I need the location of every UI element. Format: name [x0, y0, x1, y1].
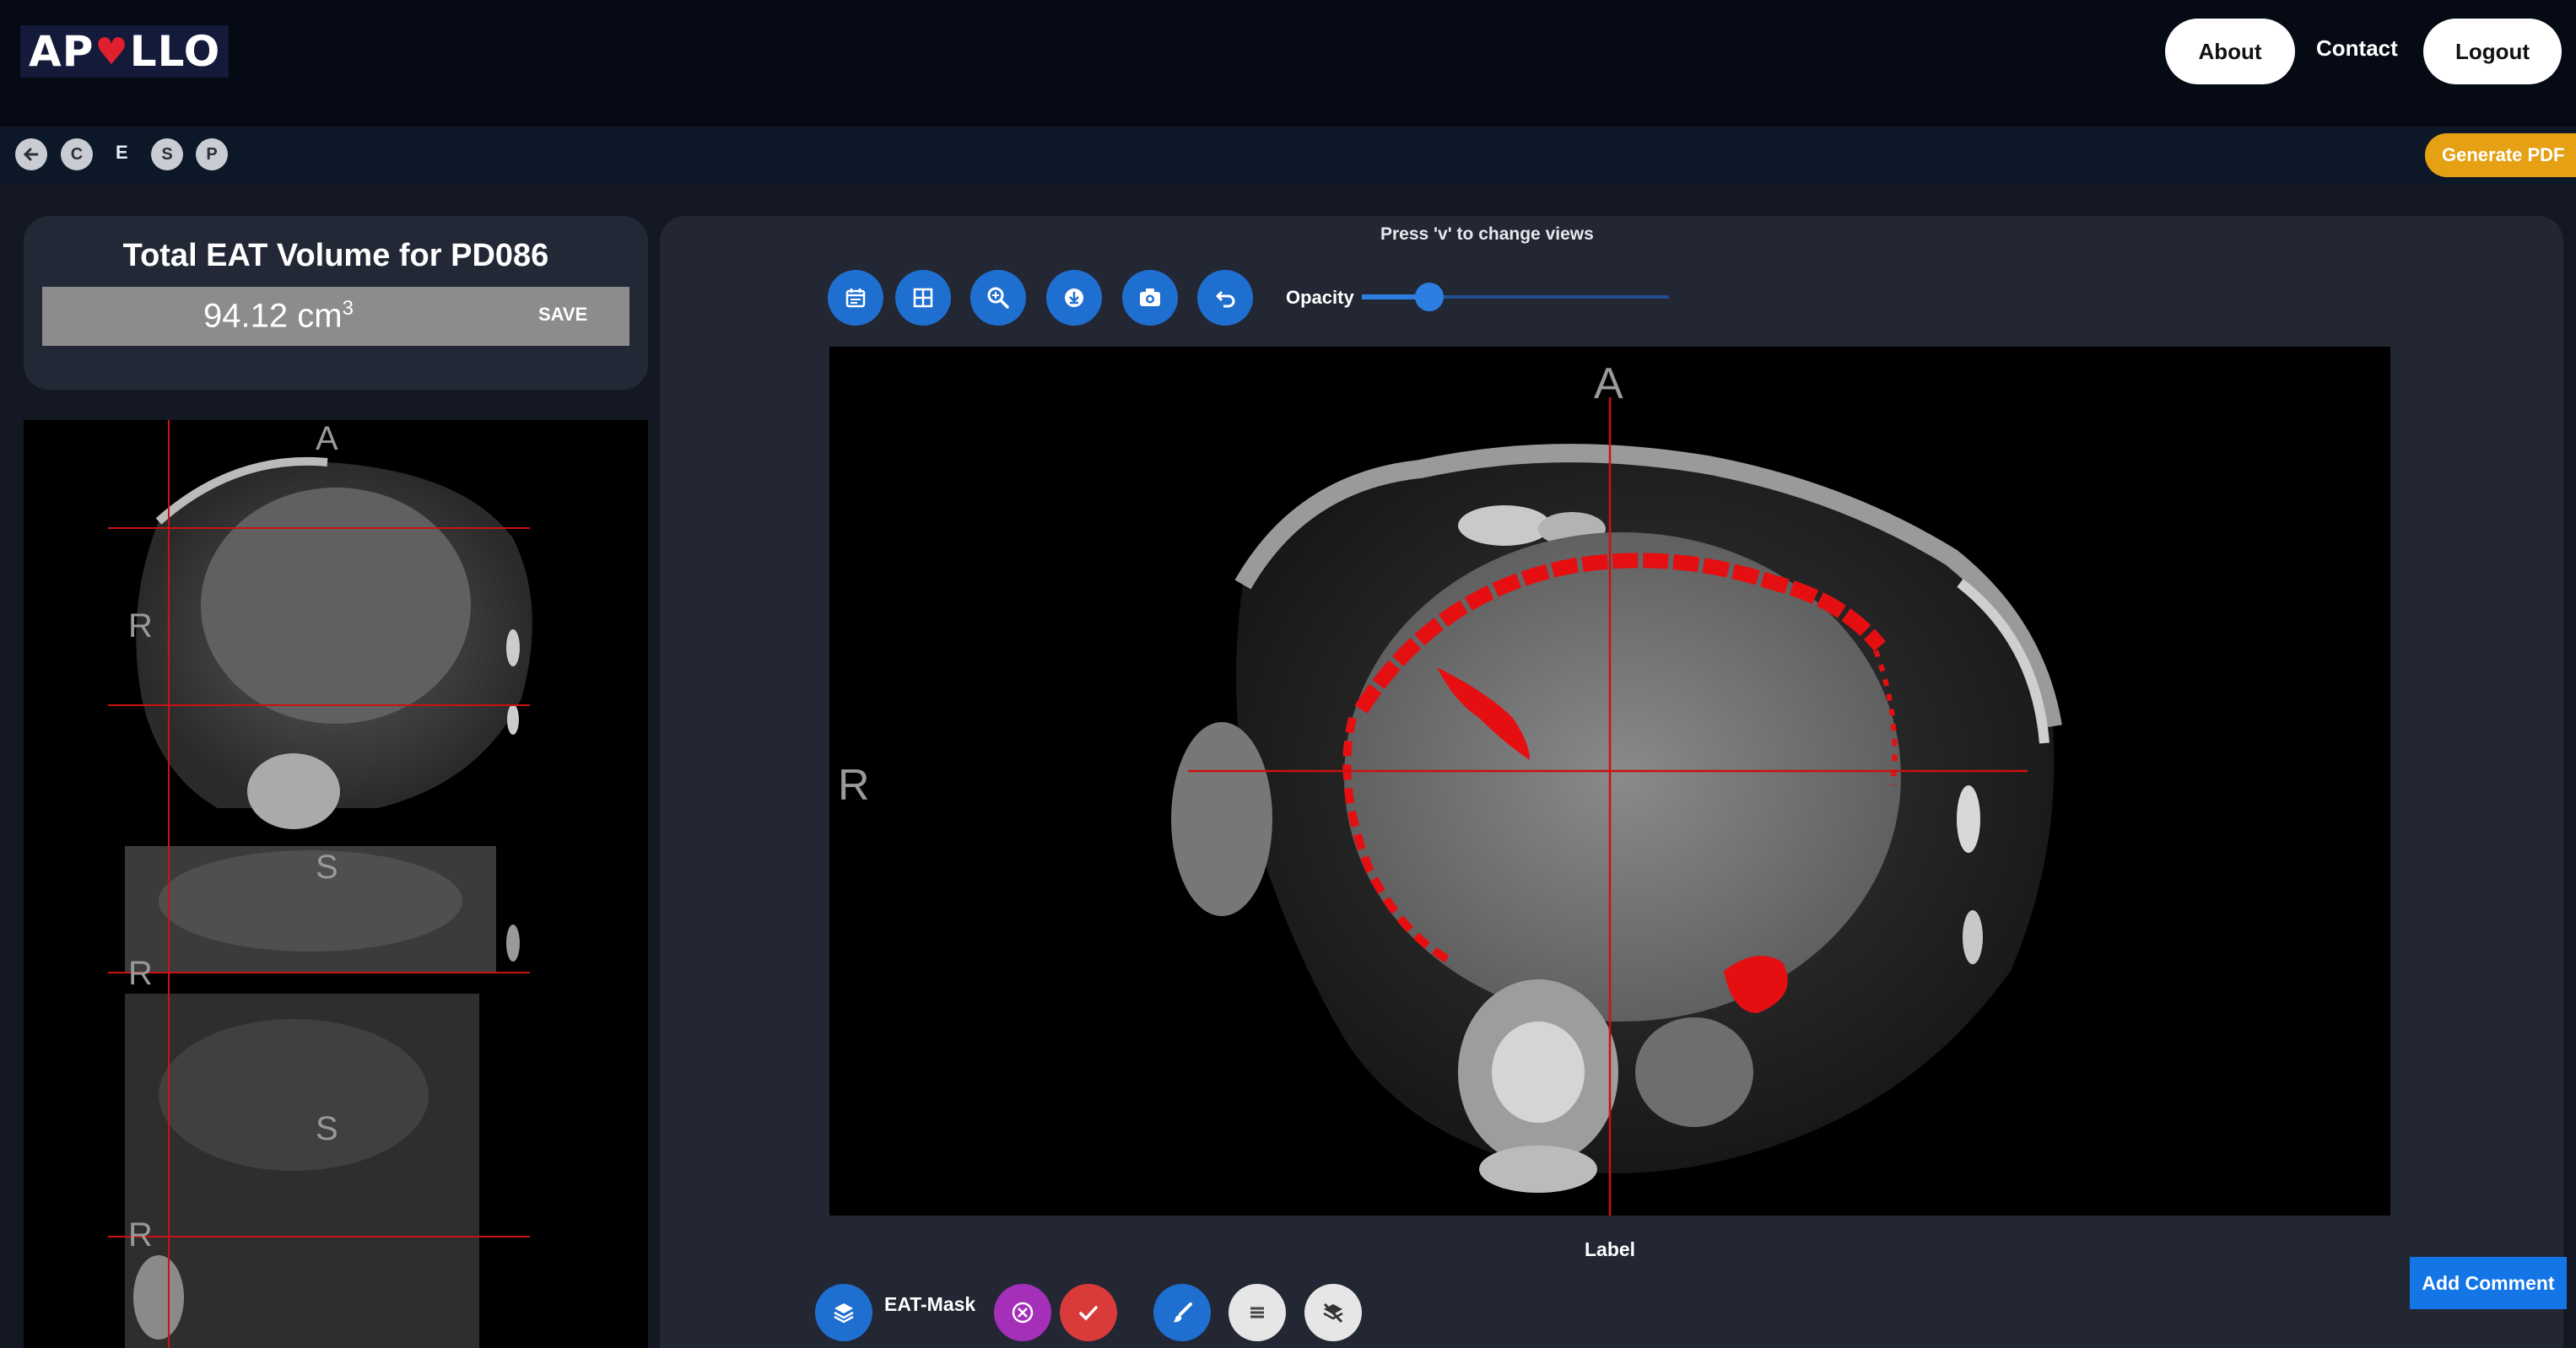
check-icon[interactable]: [1060, 1284, 1117, 1341]
volume-card: Total EAT Volume for PD086 94.12 cm3 SAV…: [24, 216, 648, 390]
side-label-a: A: [316, 420, 338, 457]
heart-icon: ♥: [95, 30, 129, 73]
add-comment-button[interactable]: Add Comment: [2410, 1257, 2567, 1309]
volume-value: 94.12 cm3: [42, 297, 515, 335]
view-hint: Press 'v' to change views: [1380, 224, 1594, 244]
contact-link[interactable]: Contact: [2316, 35, 2398, 62]
volume-title: Total EAT Volume for PD086: [122, 238, 549, 273]
notes-icon[interactable]: [1229, 1284, 1286, 1341]
undo-icon[interactable]: [1197, 270, 1253, 326]
opacity-label: Opacity: [1286, 287, 1354, 308]
secondary-toolbar: [0, 128, 2576, 184]
zoom-icon[interactable]: [970, 270, 1026, 326]
calendar-icon[interactable]: [828, 270, 883, 326]
camera-icon[interactable]: [1122, 270, 1178, 326]
volume-number: 94.12 cm: [203, 297, 343, 335]
side-label-r1: R: [128, 607, 153, 644]
save-button[interactable]: SAVE: [538, 304, 587, 326]
opacity-slider-thumb[interactable]: [1415, 283, 1445, 311]
nav-s-button[interactable]: S: [151, 138, 183, 170]
back-arrow-icon[interactable]: [15, 138, 47, 170]
download-icon[interactable]: [1046, 270, 1102, 326]
side-label-r3: R: [128, 1216, 153, 1254]
nav-c-button[interactable]: C: [61, 138, 93, 170]
side-slice-panel[interactable]: A R S R S R: [24, 420, 648, 1348]
hide-layers-icon[interactable]: [1304, 1284, 1362, 1341]
volume-unit-exponent: 3: [342, 297, 354, 320]
brush-icon[interactable]: [1153, 1284, 1211, 1341]
ct-axial-viewer[interactable]: A R: [829, 347, 2390, 1216]
side-label-r2: R: [128, 955, 153, 992]
grid-icon[interactable]: [895, 270, 951, 326]
side-label-s2: S: [316, 1110, 338, 1147]
orientation-top-label: A: [1594, 359, 1623, 408]
generate-pdf-button[interactable]: Generate PDF: [2425, 133, 2576, 177]
ct-scan-image: [1171, 397, 2062, 1216]
top-header: AP ♥ LLO About Contact Logout: [0, 0, 2576, 127]
opacity-slider[interactable]: [1362, 283, 1669, 311]
eat-mask-label: EAT-Mask: [884, 1293, 976, 1315]
orientation-left-label: R: [838, 761, 870, 810]
layers-icon[interactable]: [815, 1284, 872, 1341]
about-button[interactable]: About: [2165, 19, 2295, 84]
clear-icon[interactable]: [994, 1284, 1051, 1341]
volume-value-bar: 94.12 cm3 SAVE: [42, 287, 629, 346]
logo-text-left: AP: [29, 27, 95, 76]
nav-p-button[interactable]: P: [196, 138, 228, 170]
logout-button[interactable]: Logout: [2423, 19, 2562, 84]
side-label-s1: S: [316, 849, 338, 886]
nav-e-button[interactable]: E: [116, 142, 128, 164]
logo-text-right: LLO: [129, 27, 221, 76]
label-text: Label: [1585, 1238, 1636, 1260]
apollo-logo[interactable]: AP ♥ LLO: [20, 25, 230, 78]
